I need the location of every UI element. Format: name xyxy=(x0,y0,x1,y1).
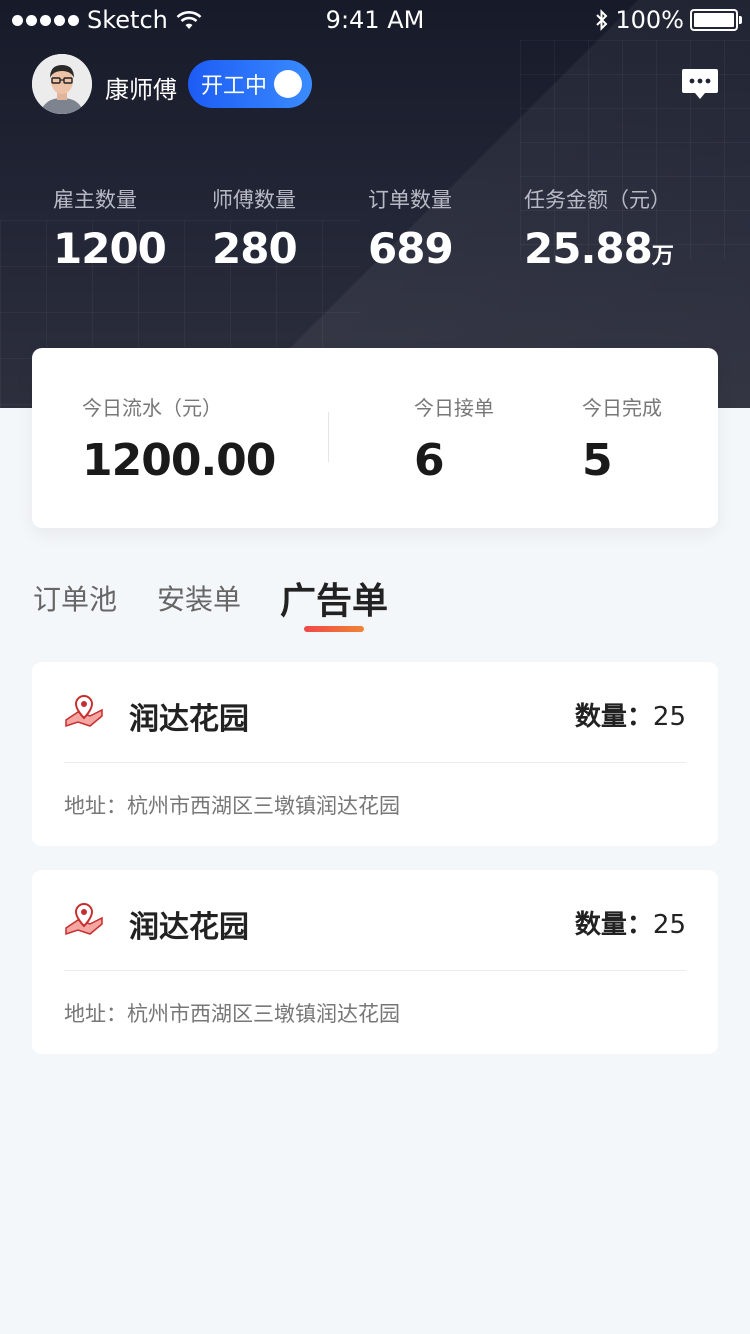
order-name: 润达花园 xyxy=(129,702,249,737)
today-flow: 今日流水（元） 1200.00 xyxy=(82,392,276,486)
stat-task-amount: 任务金额（元） 25.88万 xyxy=(524,184,674,273)
today-completed-label: 今日完成 xyxy=(582,396,662,420)
stat-value: 280 xyxy=(212,224,298,273)
stat-unit: 万 xyxy=(651,244,674,269)
today-completed-value: 5 xyxy=(582,435,613,486)
order-quantity: 数量：25 xyxy=(574,702,686,732)
order-name: 润达花园 xyxy=(129,910,249,945)
stat-workers: 师傅数量 280 xyxy=(212,184,298,273)
battery-icon xyxy=(690,9,742,31)
stat-value: 25.88 xyxy=(524,224,653,273)
divider xyxy=(64,762,686,763)
status-bar: Sketch 9:41 AM 100% xyxy=(0,0,750,40)
tab-order-pool[interactable]: 订单池 xyxy=(33,578,117,618)
divider xyxy=(328,412,329,462)
today-flow-label: 今日流水（元） xyxy=(82,396,222,420)
stat-value: 1200 xyxy=(53,224,167,273)
order-quantity: 数量：25 xyxy=(574,910,686,940)
toggle-knob xyxy=(274,70,302,98)
stat-label: 任务金额（元） xyxy=(524,188,671,212)
avatar[interactable] xyxy=(32,54,92,114)
location-pin-icon xyxy=(65,902,103,936)
today-accepted-value: 6 xyxy=(414,435,445,486)
work-status-toggle[interactable]: 开工中 xyxy=(188,60,312,108)
bluetooth-icon xyxy=(596,9,608,31)
location-pin-icon xyxy=(65,694,103,728)
order-address: 地址：杭州市西湖区三墩镇润达花园 xyxy=(64,794,400,818)
battery-percent: 100% xyxy=(615,6,684,34)
order-card[interactable]: 润达花园 数量：25 地址：杭州市西湖区三墩镇润达花园 xyxy=(32,870,718,1054)
today-accepted-label: 今日接单 xyxy=(414,396,494,420)
order-address: 地址：杭州市西湖区三墩镇润达花园 xyxy=(64,1002,400,1026)
avatar-image xyxy=(32,54,92,114)
message-icon[interactable] xyxy=(681,67,719,101)
today-flow-value: 1200.00 xyxy=(82,435,276,486)
work-status-label: 开工中 xyxy=(201,74,268,99)
stat-employers: 雇主数量 1200 xyxy=(53,184,167,273)
order-card[interactable]: 润达花园 数量：25 地址：杭州市西湖区三墩镇润达花园 xyxy=(32,662,718,846)
stat-label: 雇主数量 xyxy=(53,188,137,212)
stat-label: 订单数量 xyxy=(368,188,452,212)
today-completed: 今日完成 5 xyxy=(582,392,662,486)
username: 康师傅 xyxy=(105,76,177,104)
active-tab-indicator xyxy=(304,626,364,632)
stat-value: 689 xyxy=(368,224,454,273)
app-screen: Sketch 9:41 AM 100% 康师傅 开工中 雇主数量 1200 师傅… xyxy=(0,0,750,1334)
divider xyxy=(64,970,686,971)
tab-install-orders[interactable]: 安装单 xyxy=(157,578,241,618)
stat-orders: 订单数量 689 xyxy=(368,184,454,273)
today-accepted: 今日接单 6 xyxy=(414,392,494,486)
today-summary-card: 今日流水（元） 1200.00 今日接单 6 今日完成 5 xyxy=(32,348,718,528)
stat-label: 师傅数量 xyxy=(212,188,296,212)
tab-ad-orders[interactable]: 广告单 xyxy=(280,572,388,624)
